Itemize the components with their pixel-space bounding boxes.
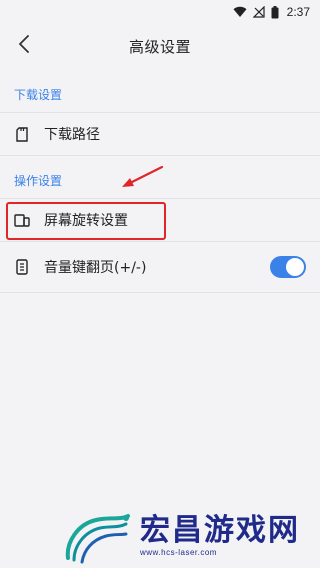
divider xyxy=(0,292,320,293)
watermark: 宏昌游戏网 www.hcs-laser.com xyxy=(60,508,310,564)
row-volume-key-paging[interactable]: 音量键翻页(+/-) xyxy=(0,242,320,292)
wifi-icon xyxy=(233,6,247,18)
section-download: 下载设置 下载路径 xyxy=(0,76,320,156)
signal-off-icon xyxy=(252,6,265,18)
watermark-title: 宏昌游戏网 xyxy=(140,513,300,548)
back-button[interactable] xyxy=(10,32,38,60)
screen-rotation-icon xyxy=(14,212,30,228)
annotation-arrow xyxy=(118,164,166,194)
status-time: 2:37 xyxy=(286,5,310,19)
status-bar: 2:37 xyxy=(0,0,320,24)
volume-key-toggle[interactable] xyxy=(270,256,306,278)
row-label: 屏幕旋转设置 xyxy=(44,213,128,229)
dragon-logo-icon xyxy=(60,508,134,564)
section-header-download: 下载设置 xyxy=(14,87,63,102)
row-label: 音量键翻页(+/-) xyxy=(44,260,147,276)
watermark-text: 宏昌游戏网 www.hcs-laser.com xyxy=(140,513,300,558)
phone-volume-icon xyxy=(14,259,30,275)
battery-icon xyxy=(271,5,279,19)
divider xyxy=(0,155,320,156)
page-title: 高级设置 xyxy=(128,37,191,56)
watermark-url: www.hcs-laser.com xyxy=(140,548,217,557)
row-label: 下载路径 xyxy=(44,127,100,143)
row-screen-rotation[interactable]: 屏幕旋转设置 xyxy=(0,199,320,241)
sd-card-icon xyxy=(14,126,30,142)
toggle-knob xyxy=(286,258,304,276)
app-header: 高级设置 xyxy=(0,24,320,68)
chevron-left-icon xyxy=(18,35,30,57)
row-download-path[interactable]: 下载路径 xyxy=(0,113,320,155)
